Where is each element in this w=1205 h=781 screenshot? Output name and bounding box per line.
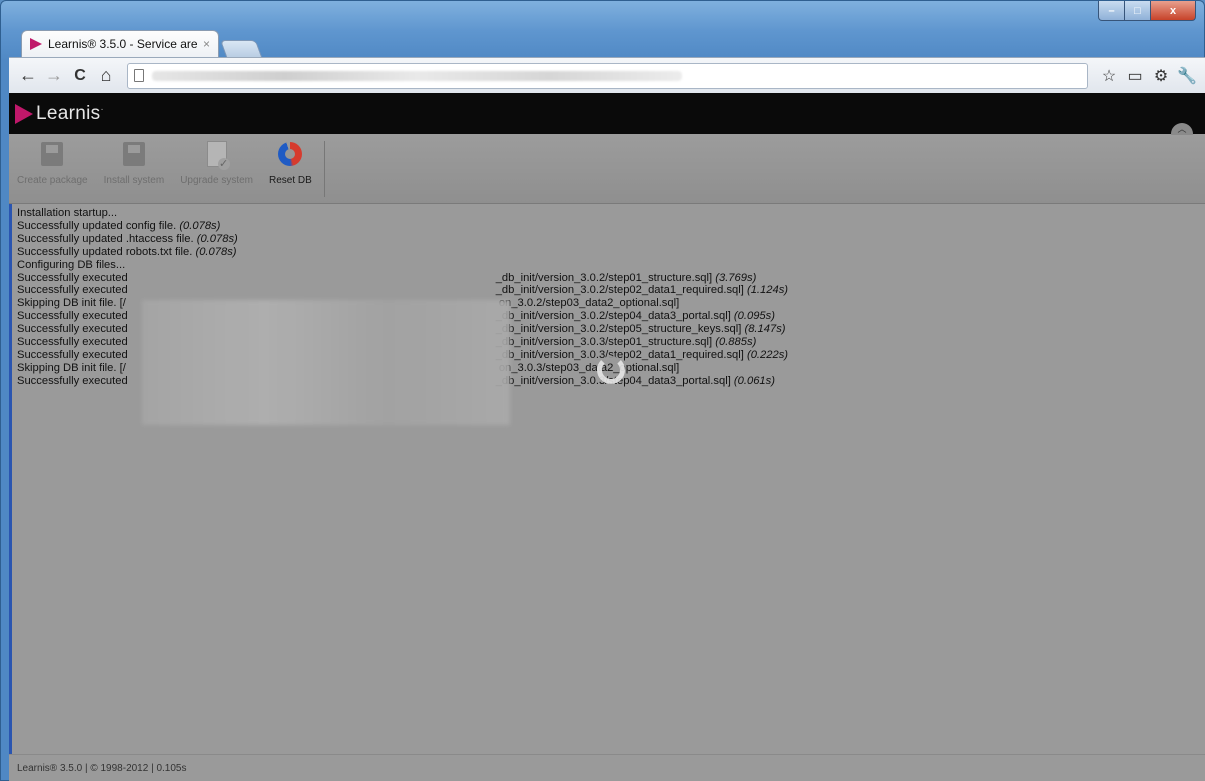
log-line: Installation startup... <box>17 207 118 219</box>
close-window-button[interactable]: x <box>1151 1 1196 21</box>
learnis-favicon-icon <box>30 38 42 50</box>
disk-icon <box>122 142 145 166</box>
upgrade-system-button[interactable]: Upgrade system <box>180 139 253 186</box>
brand-mark: · <box>100 104 104 115</box>
loading-spinner-icon <box>597 356 625 384</box>
gear-icon[interactable]: ⚙ <box>1148 63 1174 89</box>
window-controls: – □ x <box>1098 1 1196 21</box>
reset-db-label: Reset DB <box>269 175 312 186</box>
log-line: Successfully updated .htaccess file. (0.… <box>17 232 238 245</box>
app-header: Learnis · ︿ <box>9 93 1205 135</box>
tab-learnis[interactable]: Learnis® 3.5.0 - Service are × <box>21 30 219 57</box>
star-icon[interactable]: ☆ <box>1096 63 1122 89</box>
log-line: Successfully updated config file. (0.078… <box>17 219 221 232</box>
tab-title: Learnis® 3.5.0 - Service are <box>48 37 198 51</box>
tab-close-icon[interactable]: × <box>203 37 210 51</box>
create-package-label: Create package <box>17 175 88 186</box>
tab-strip: Learnis® 3.5.0 - Service are × <box>21 30 263 57</box>
minimize-button[interactable]: – <box>1098 1 1125 21</box>
address-bar[interactable] <box>127 62 1088 89</box>
back-button[interactable]: ← <box>15 63 41 89</box>
new-tab-button[interactable] <box>219 40 263 57</box>
install-log: Installation startup... Successfully upd… <box>9 204 1205 754</box>
log-line: Successfully updated robots.txt file. (0… <box>17 245 237 258</box>
footer-text: Learnis® 3.5.0 | © 1998-2012 | 0.105s <box>17 763 187 774</box>
browser-toolbar: ← → C ⌂ ☆ ▭ ⚙ 🔧 <box>9 57 1205 93</box>
footer: Learnis® 3.5.0 | © 1998-2012 | 0.105s <box>9 754 1205 781</box>
document-check-icon <box>206 141 230 170</box>
learnis-logo-icon <box>15 103 33 124</box>
app-toolbar: Create package Install system Upgrade sy… <box>9 134 1205 204</box>
redacted-path-region <box>142 300 510 425</box>
page-icon <box>134 69 144 82</box>
save-download-icon <box>41 142 64 166</box>
reload-button[interactable]: C <box>67 63 93 89</box>
log-line: Configuring DB files... <box>17 258 126 271</box>
reset-db-button[interactable]: Reset DB <box>269 139 312 186</box>
collapse-header-button[interactable]: ︿ <box>1171 123 1193 135</box>
brand-name: Learnis <box>36 102 101 124</box>
toolbar-divider <box>323 141 325 197</box>
install-system-button[interactable]: Install system <box>103 139 165 186</box>
install-system-label: Install system <box>103 175 165 186</box>
log-line: Successfully executed _db_init/version_3.… <box>17 271 757 284</box>
wrench-icon[interactable]: 🔧 <box>1174 63 1200 89</box>
browser-window: – □ x Learnis® 3.5.0 - Service are × ← →… <box>0 0 1205 781</box>
redacted-url <box>152 70 682 81</box>
create-package-button[interactable]: Create package <box>17 139 88 186</box>
forward-button[interactable]: → <box>41 63 67 89</box>
home-button[interactable]: ⌂ <box>93 63 119 89</box>
log-line: Successfully executed _db_init/version_3.… <box>17 284 789 297</box>
refresh-icon <box>278 142 303 166</box>
maximize-button[interactable]: □ <box>1125 1 1151 21</box>
fullscreen-icon[interactable]: ▭ <box>1122 63 1148 89</box>
page-content: Learnis · ︿ Create package Install syste… <box>9 93 1205 781</box>
upgrade-system-label: Upgrade system <box>180 175 253 186</box>
